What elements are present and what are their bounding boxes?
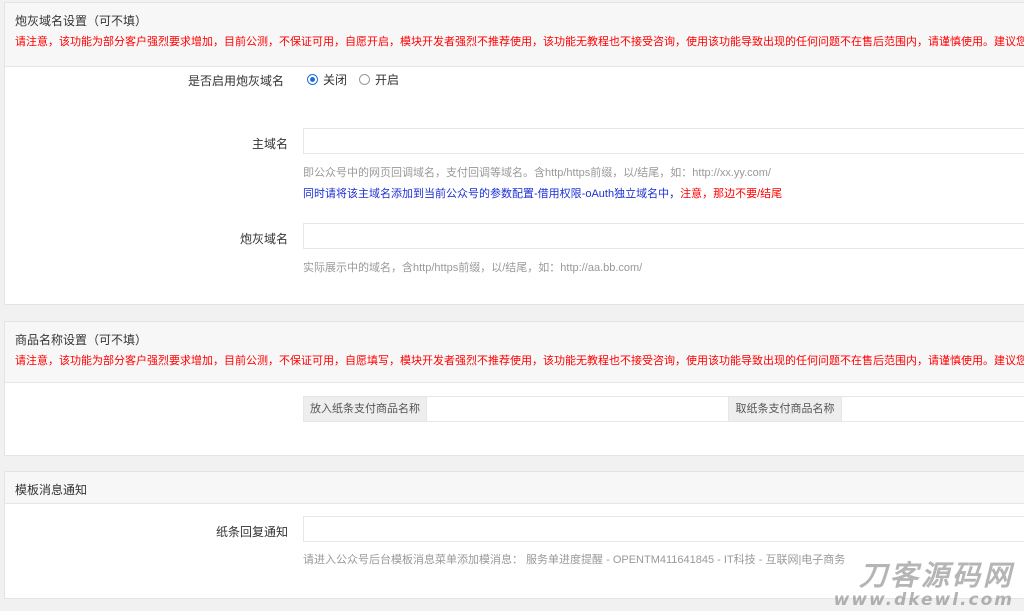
enable-cannon-label: 是否启用炮灰域名 [187,74,284,88]
radio-on-label: 开启 [375,73,400,87]
template-message-panel-header: 模板消息通知 [5,472,1024,504]
take-product-name-input[interactable] [842,396,1024,422]
radio-option-off[interactable]: 关闭 [307,71,347,88]
template-message-panel: 模板消息通知 纸条回复通知 请进入公众号后台模板消息菜单添加模消息： 服务单进度… [4,471,1024,599]
main-domain-note: 同时请将该主域名添加到当前公众号的参数配置-借用权限-oAuth独立域名中，注意… [303,185,782,201]
take-product-name-addon: 取纸条支付商品名称 [728,396,842,422]
template-message-panel-body: 纸条回复通知 请进入公众号后台模板消息菜单添加模消息： 服务单进度提醒 - OP… [5,504,1024,598]
main-domain-note-red: 注意，那边不要/结尾 [680,188,783,200]
product-name-warning: 请注意，该功能为部分客户强烈要求增加，目前公测，不保证可用，自愿填写，模块开发者… [15,355,1024,367]
reply-notify-input[interactable] [303,516,1024,542]
main-domain-note-blue: 同时请将该主域名添加到当前公众号的参数配置-借用权限-oAuth独立域名中， [303,188,681,200]
radio-off-checked-icon[interactable] [307,74,318,85]
product-name-panel-header: 商品名称设置（可不填） 请注意，该功能为部分客户强烈要求增加，目前公测，不保证可… [5,322,1024,383]
cannon-domain-panel-header: 炮灰域名设置（可不填） 请注意，该功能为部分客户强烈要求增加，目前公测，不保证可… [5,3,1024,67]
product-name-panel: 商品名称设置（可不填） 请注意，该功能为部分客户强烈要求增加，目前公测，不保证可… [4,321,1024,456]
radio-on-unchecked-icon[interactable] [359,74,371,85]
radio-off-label: 关闭 [323,73,348,87]
main-domain-help: 即公众号中的网页回调域名，支付回调等域名。含http/https前缀，以/结尾，… [303,167,771,179]
cannon-domain-panel: 炮灰域名设置（可不填） 请注意，该功能为部分客户强烈要求增加，目前公测，不保证可… [4,2,1024,305]
cannon-domain-input[interactable] [303,223,1024,249]
enable-cannon-radio-group: 关闭 开启 [307,71,411,88]
radio-option-on[interactable]: 开启 [359,71,399,88]
product-name-title: 商品名称设置（可不填） [15,333,148,347]
main-domain-input[interactable] [303,128,1024,154]
template-message-title: 模板消息通知 [15,483,88,497]
cannon-domain-label: 炮灰域名 [239,232,288,246]
reply-notify-help: 请进入公众号后台模板消息菜单添加模消息： 服务单进度提醒 - OPENTM411… [303,554,846,566]
product-name-panel-body: 放入纸条支付商品名称 取纸条支付商品名称 [5,383,1024,455]
put-product-name-addon: 放入纸条支付商品名称 [303,396,427,422]
cannon-domain-warning: 请注意，该功能为部分客户强烈要求增加，目前公测，不保证可用，自愿开启，模块开发者… [15,36,1024,48]
cannon-domain-help: 实际展示中的域名，含http/https前缀，以/结尾，如：http://aa.… [303,262,643,274]
cannon-domain-title: 炮灰域名设置（可不填） [15,14,148,28]
cannon-domain-panel-body: 是否启用炮灰域名 关闭 开启 主域名 即公众号中的网页回调域名，支付回调等域名。… [5,67,1024,304]
main-domain-label: 主域名 [251,137,288,151]
put-product-name-input[interactable] [427,396,729,422]
reply-notify-label: 纸条回复通知 [215,525,288,539]
